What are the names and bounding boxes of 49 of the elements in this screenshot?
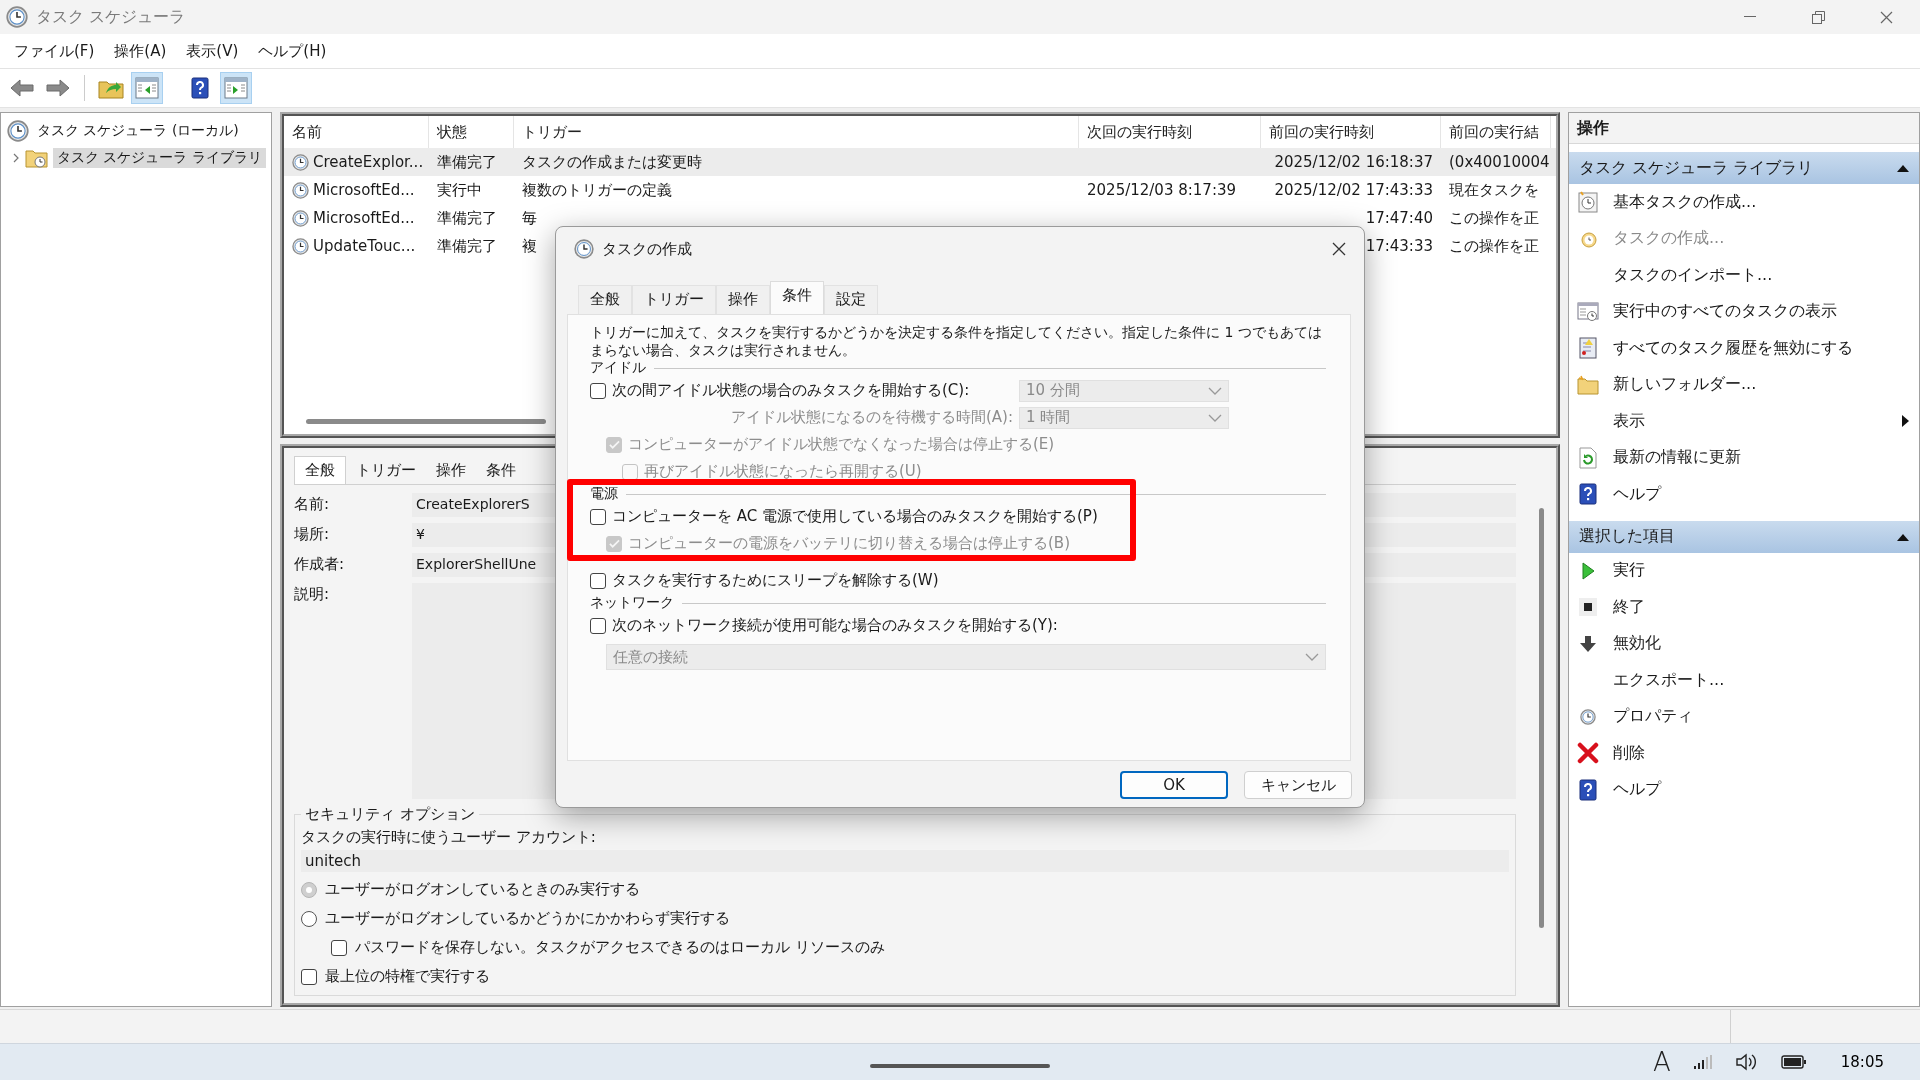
table-cell: CreateExplor... xyxy=(313,153,424,171)
table-cell: 毎 xyxy=(522,208,537,228)
section-title: 選択した項目 xyxy=(1579,526,1676,547)
group-label: アイドル xyxy=(590,359,646,377)
field-label: アイドル状態になるのを待機する時間(A): xyxy=(730,408,1013,427)
checkbox-label: 次の間アイドル状態の場合のみタスクを開始する(C): xyxy=(612,381,970,400)
table-cell: (0x40010004 xyxy=(1449,153,1550,171)
table-cell: タスクの作成または変更時 xyxy=(522,152,702,172)
option-label: ユーザーがログオンしているときのみ実行する xyxy=(325,880,640,899)
window-title: タスク スケジューラ xyxy=(36,6,186,28)
dialog-title: タスクの作成 xyxy=(602,239,692,259)
table-cell: 2025/12/02 16:18:37 xyxy=(1274,153,1433,171)
table-cell: 17:43:33 xyxy=(1365,237,1433,255)
description-text: トリガーに加えて、タスクを実行するかどうかを決定する条件を指定してください。指定した条件に 1 つでもあてはまらない場合、タスクは実行されません。 xyxy=(590,323,1323,359)
option-label: ユーザーがログオンしているかどうかにかかわらず実行する xyxy=(325,909,730,928)
checkbox-label: 再びアイドル状態になったら再開する(U) xyxy=(644,462,922,481)
table-cell: この操作を正 xyxy=(1449,208,1539,228)
checkbox-label: コンピューターを AC 電源で使用している場合のみタスクを開始する(P) xyxy=(612,507,1098,526)
group-label: 電源 xyxy=(590,485,618,503)
table-cell: MicrosoftEd... xyxy=(313,209,415,227)
checkbox-label: コンピューターがアイドル状態でなくなった場合は停止する(E) xyxy=(628,435,1055,454)
table-cell: この操作を正 xyxy=(1449,236,1539,256)
table-cell: 準備完了 xyxy=(437,152,497,172)
field-label: 説明: xyxy=(294,584,331,605)
checkbox-label: タスクを実行するためにスリープを解除する(W) xyxy=(612,571,939,590)
table-cell: 準備完了 xyxy=(437,236,497,256)
table-cell: 現在タスクを xyxy=(1449,180,1539,200)
table-cell: 複 xyxy=(522,236,537,256)
checkbox-label: 次のネットワーク接続が使用可能な場合のみタスクを開始する(Y): xyxy=(612,616,1058,635)
table-cell: MicrosoftEd... xyxy=(313,181,415,199)
option-label: 最上位の特権で実行する xyxy=(325,967,490,986)
table-cell: 2025/12/03 8:17:39 xyxy=(1087,181,1237,199)
table-cell: 複数のトリガーの定義 xyxy=(522,180,672,200)
table-cell: 17:47:40 xyxy=(1365,209,1433,227)
panel-title: 操作 xyxy=(1569,113,1919,144)
table-cell: 準備完了 xyxy=(437,208,497,228)
field-label: 作成者: xyxy=(294,554,346,575)
group-title: セキュリティ オプション xyxy=(304,805,476,824)
checkbox-label: コンピューターの電源をバッテリに切り替える場合は停止する(B) xyxy=(628,534,1070,553)
table-cell: UpdateTouc... xyxy=(313,237,416,255)
table-cell: 2025/12/02 17:43:33 xyxy=(1274,181,1433,199)
table-cell: 実行中 xyxy=(437,180,482,200)
group-label: ネットワーク xyxy=(590,594,674,612)
field-label: 名前: xyxy=(294,494,331,515)
section-title: タスク スケジューラ ライブラリ xyxy=(1579,157,1815,179)
field-label: 場所: xyxy=(294,524,331,545)
option-label: パスワードを保存しない。タスクがアクセスできるのはローカル リソースのみ xyxy=(355,938,885,957)
account-name: unitech xyxy=(301,850,1509,872)
field-label: タスクの実行時に使うユーザー アカウント: xyxy=(301,828,597,847)
